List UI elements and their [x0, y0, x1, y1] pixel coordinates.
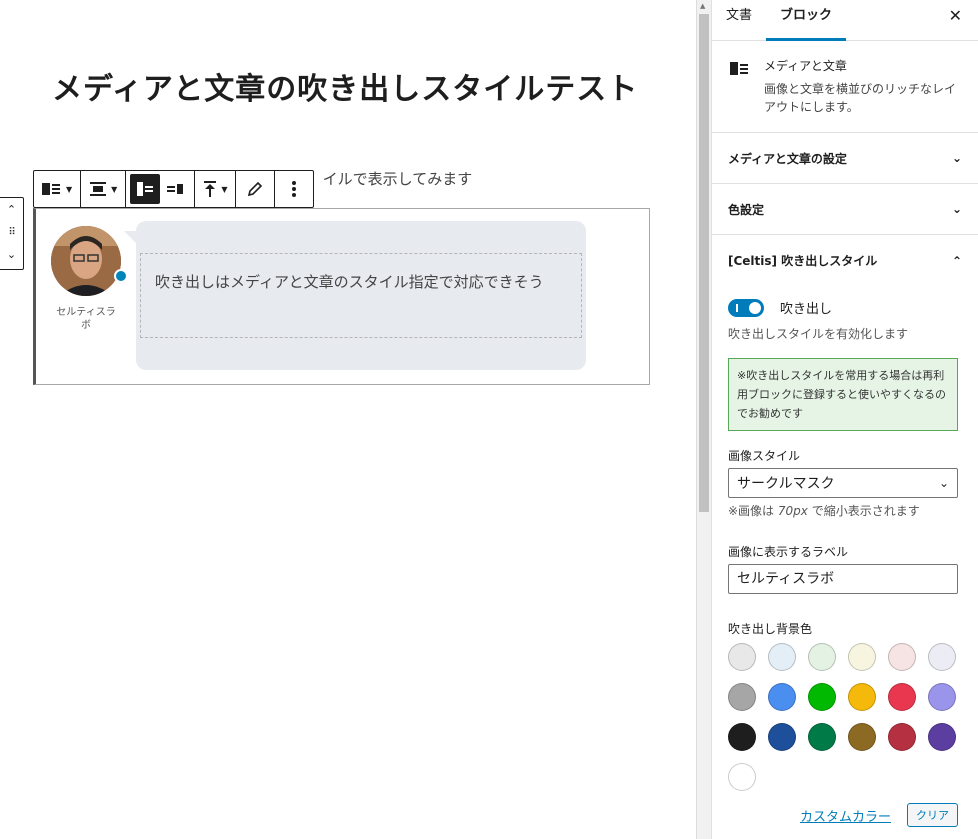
color-swatch[interactable] [728, 683, 756, 711]
avatar-label: セルティスラボ [56, 307, 116, 331]
media-left-icon [137, 182, 154, 196]
editor-scrollbar[interactable]: ▲ [696, 0, 711, 839]
vertical-ellipsis-icon [292, 181, 297, 197]
tab-document[interactable]: 文書 [712, 0, 766, 41]
image-style-select[interactable]: サークルマスク ⌄ [728, 468, 958, 498]
label-field-label: 画像に表示するラベル [728, 545, 849, 559]
color-swatch[interactable] [808, 723, 836, 751]
media-text-icon [730, 61, 750, 116]
color-swatch[interactable] [808, 683, 836, 711]
close-icon[interactable]: ✕ [949, 6, 962, 25]
block-card: メディアと文章 画像と文章を横並びのリッチなレイアウトにします。 [712, 41, 978, 133]
media-right-button[interactable] [160, 174, 190, 204]
panel-title: メディアと文章の設定 [728, 151, 847, 166]
caret-down-icon: ▼ [221, 184, 228, 194]
media-left-button[interactable] [130, 174, 161, 204]
color-swatch[interactable] [888, 683, 916, 711]
balloon-toggle-row: 吹き出し [728, 298, 962, 317]
image-style-value: サークルマスク [737, 476, 835, 492]
more-options-button[interactable] [279, 174, 309, 204]
vertical-align-button[interactable]: ▼ [199, 174, 231, 204]
color-swatch[interactable] [768, 683, 796, 711]
move-down-button[interactable]: ⌄ [7, 247, 16, 265]
block-mover: ⌃ ⠿ ⌄ [0, 197, 24, 270]
avatar[interactable] [51, 226, 121, 296]
color-swatch[interactable] [888, 723, 916, 751]
balloon-panel-body: 吹き出し 吹き出しスタイルを有効化します ※吹き出しスタイルを常用する場合は再利… [712, 298, 978, 827]
media-text-block[interactable]: セルティスラボ 吹き出しはメディアと文章のスタイル指定で対応できそう [33, 208, 650, 385]
note-prefix: ※画像は [728, 504, 778, 518]
align-wide-icon [90, 182, 107, 196]
drag-handle-icon[interactable]: ⠿ [8, 225, 15, 243]
post-title[interactable]: メディアと文章の吹き出しスタイルテスト [52, 64, 638, 108]
toggle-label: 吹き出し [780, 302, 833, 317]
panel-title: [Celtis] 吹き出しスタイル [728, 254, 878, 268]
panel-color-settings[interactable]: 色設定 ⌄ [712, 184, 978, 235]
speech-bubble: 吹き出しはメディアと文章のスタイル指定で対応できそう [124, 221, 586, 370]
scroll-up-icon[interactable]: ▲ [700, 2, 705, 10]
bg-color-label: 吹き出し背景色 [728, 622, 813, 636]
color-swatch[interactable] [848, 683, 876, 711]
note-size: 70px [777, 504, 808, 518]
color-swatch[interactable] [848, 723, 876, 751]
chevron-down-icon: ⌄ [951, 151, 962, 165]
color-swatch[interactable] [768, 643, 796, 671]
balloon-toggle[interactable] [728, 298, 764, 317]
note-suffix: で縮小表示されます [807, 504, 920, 518]
paragraph-text: メディアと文章の吹き出しスタイルで表示してみます [324, 170, 473, 188]
move-up-button[interactable]: ⌃ [7, 202, 16, 220]
color-swatch[interactable] [928, 683, 956, 711]
chevron-up-icon: ⌃ [951, 253, 962, 268]
alignment-button[interactable]: ▼ [85, 174, 121, 204]
label-field-input[interactable]: セルティスラボ [728, 564, 958, 594]
sidebar-tabs: 文書 ブロック ✕ [712, 0, 978, 41]
caret-down-icon: ▼ [111, 184, 118, 194]
color-swatch[interactable] [728, 643, 756, 671]
media-text-icon [42, 183, 60, 195]
color-swatch[interactable] [728, 723, 756, 751]
color-swatch[interactable] [808, 643, 836, 671]
notice-box: ※吹き出しスタイルを常用する場合は再利用ブロックに登録すると使いやすくなるのでお… [728, 358, 958, 431]
color-swatch[interactable] [848, 643, 876, 671]
color-swatch[interactable] [928, 723, 956, 751]
align-top-icon [204, 181, 217, 197]
chevron-down-icon: ⌄ [938, 476, 949, 490]
settings-sidebar: 文書 ブロック ✕ メディアと文章 画像と文章を横並びのリッチなレイアウトにしま… [711, 0, 978, 839]
image-size-note: ※画像は 70px で縮小表示されます [728, 502, 962, 519]
scroll-thumb[interactable] [699, 14, 709, 512]
status-dot [114, 269, 128, 283]
color-swatch[interactable] [768, 723, 796, 751]
block-type-switcher-button[interactable]: ▼ [38, 174, 76, 204]
panel-title: 色設定 [728, 202, 765, 217]
clear-button[interactable]: クリア [907, 803, 958, 827]
color-palette [728, 643, 962, 791]
paragraph-block[interactable]: メディアと文章の吹き出しスタイルで表示してみます [324, 168, 594, 189]
swatch-actions: カスタムカラー クリア [728, 803, 958, 827]
color-swatch[interactable] [888, 643, 916, 671]
edit-media-button[interactable] [240, 174, 270, 204]
toggle-knob [749, 301, 761, 314]
image-style-label: 画像スタイル [728, 449, 801, 463]
bubble-text[interactable]: 吹き出しはメディアと文章のスタイル指定で対応できそう [140, 253, 582, 338]
media-right-icon [167, 184, 184, 194]
avatar-image [51, 226, 121, 296]
block-toolbar: ▼ ▼ ▼ [33, 170, 315, 208]
color-swatch[interactable] [928, 643, 956, 671]
caret-down-icon: ▼ [66, 184, 73, 194]
editor-canvas: メディアと文章の吹き出しスタイルテスト メディアと文章の吹き出しスタイルで表示し… [0, 0, 696, 839]
block-card-title: メディアと文章 [764, 59, 847, 73]
toggle-bar [736, 303, 738, 312]
custom-color-button[interactable]: カスタムカラー [800, 806, 891, 825]
tab-block[interactable]: ブロック [766, 0, 847, 41]
panel-balloon-style[interactable]: [Celtis] 吹き出しスタイル ⌃ [712, 235, 978, 286]
pencil-icon [248, 181, 263, 197]
toggle-help: 吹き出しスタイルを有効化します [728, 327, 909, 341]
block-card-description: 画像と文章を横並びのリッチなレイアウトにします。 [764, 82, 957, 114]
chevron-down-icon: ⌄ [951, 202, 962, 216]
color-swatch[interactable] [728, 763, 756, 791]
panel-media-text-settings[interactable]: メディアと文章の設定 ⌄ [712, 133, 978, 184]
